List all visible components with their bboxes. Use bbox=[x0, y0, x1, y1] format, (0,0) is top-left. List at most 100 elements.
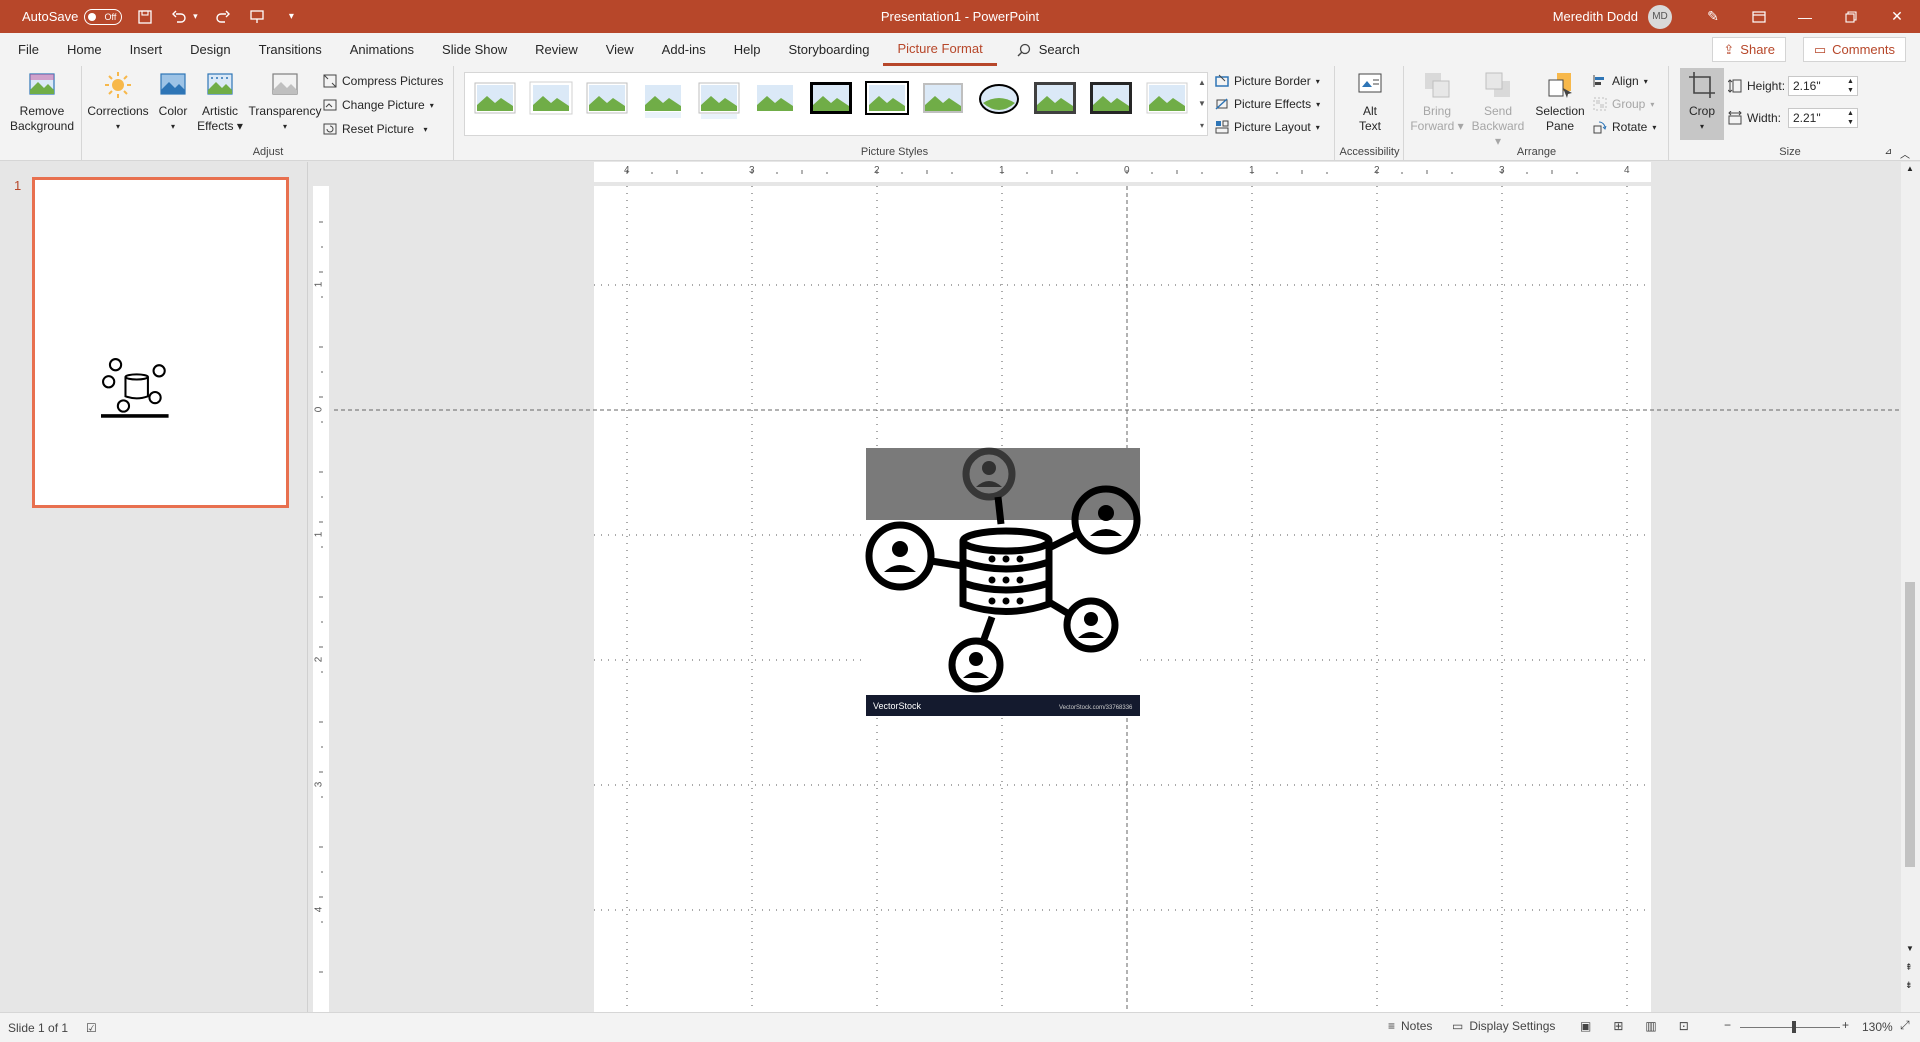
selection-pane-label-1: Selection bbox=[1535, 104, 1585, 118]
gallery-up-icon[interactable]: ▲ bbox=[1198, 78, 1206, 87]
ruler-label: 0 bbox=[1124, 165, 1130, 176]
picture-styles-gallery[interactable] bbox=[464, 72, 1208, 136]
scroll-down-icon[interactable]: ▼ bbox=[1906, 944, 1914, 953]
display-settings-icon: ▭ bbox=[1452, 1019, 1464, 1033]
tab-insert[interactable]: Insert bbox=[116, 33, 177, 66]
selected-picture[interactable]: VectorStock VectorStock.com/33768336 bbox=[865, 447, 1141, 716]
reading-view-icon[interactable]: ▥ bbox=[1645, 1019, 1656, 1033]
autosave-toggle[interactable]: Off bbox=[84, 8, 123, 25]
display-settings-button[interactable]: ▭ Display Settings bbox=[1452, 1019, 1555, 1033]
alt-text-button[interactable]: Alt Text bbox=[1344, 70, 1396, 134]
tab-storyboarding[interactable]: Storyboarding bbox=[775, 33, 884, 66]
picture-effects-button[interactable]: Picture Effects ▾ bbox=[1215, 94, 1320, 114]
tab-add-ins[interactable]: Add-ins bbox=[648, 33, 720, 66]
ribbon-display-icon[interactable] bbox=[1736, 0, 1782, 33]
tab-picture-format[interactable]: Picture Format bbox=[883, 33, 997, 66]
align-button[interactable]: Align ▾ bbox=[1593, 71, 1648, 91]
alt-text-icon bbox=[1358, 73, 1382, 93]
tab-view[interactable]: View bbox=[592, 33, 648, 66]
search-box[interactable]: Search bbox=[1017, 42, 1080, 57]
previous-slide-icon[interactable]: ⇞ bbox=[1905, 962, 1913, 973]
tab-animations[interactable]: Animations bbox=[336, 33, 428, 66]
width-value: 2.21" bbox=[1793, 111, 1821, 125]
normal-view-icon[interactable]: ▣ bbox=[1580, 1019, 1591, 1033]
slide-show-icon[interactable]: ⊡ bbox=[1679, 1019, 1689, 1033]
tab-transitions[interactable]: Transitions bbox=[245, 33, 336, 66]
tab-help[interactable]: Help bbox=[720, 33, 775, 66]
slide-editing-area: VectorStock VectorStock.com/33768336 4 3… bbox=[309, 162, 1901, 1012]
autosave-control[interactable]: AutoSave Off bbox=[22, 8, 123, 25]
artistic-effects-button[interactable]: Artistic Effects ▾ bbox=[195, 70, 245, 134]
picture-border-button[interactable]: Picture Border ▾ bbox=[1215, 71, 1320, 91]
scrollbar-thumb[interactable] bbox=[1905, 582, 1915, 867]
width-spinner-icon[interactable]: ▲ ▼ bbox=[1847, 109, 1854, 127]
height-spinner-icon[interactable]: ▲ ▼ bbox=[1847, 77, 1854, 95]
fit-slide-icon[interactable]: ⤢ bbox=[1900, 1018, 1910, 1033]
remove-background-group: Remove Background bbox=[0, 66, 82, 161]
bring-forward-button[interactable]: Bring Forward ▾ bbox=[1409, 70, 1465, 134]
tab-home[interactable]: Home bbox=[53, 33, 116, 66]
bring-forward-label-1: Bring bbox=[1422, 104, 1451, 118]
chevron-down-icon: ▾ bbox=[1315, 76, 1320, 86]
chevron-down-icon[interactable]: ▾ bbox=[190, 6, 200, 28]
avatar[interactable]: MD bbox=[1648, 4, 1672, 29]
vertical-scrollbar[interactable]: ▲ ▼ ⇞ ⇟ bbox=[1901, 162, 1920, 1012]
zoom-out-icon[interactable]: − bbox=[1724, 1018, 1731, 1032]
picture-layout-button[interactable]: Picture Layout ▾ bbox=[1215, 117, 1320, 137]
bring-forward-label-2: Forward ▾ bbox=[1410, 119, 1464, 133]
gallery-down-icon[interactable]: ▼ bbox=[1198, 99, 1206, 108]
gallery-more-icon[interactable]: ▾ bbox=[1200, 121, 1204, 130]
reset-picture-button[interactable]: Reset Picture ▾ bbox=[323, 119, 428, 139]
zoom-slider[interactable] bbox=[1740, 1021, 1840, 1033]
transparency-button[interactable]: Transparency ▾ bbox=[245, 70, 325, 134]
compress-pictures-button[interactable]: Compress Pictures bbox=[323, 71, 443, 91]
tab-review[interactable]: Review bbox=[521, 33, 592, 66]
accessibility-check-icon[interactable]: ☑ bbox=[86, 1021, 97, 1035]
transparency-icon bbox=[272, 73, 298, 95]
height-icon bbox=[1728, 79, 1742, 93]
redo-icon[interactable] bbox=[212, 6, 234, 28]
notes-button[interactable]: ≡ Notes bbox=[1388, 1019, 1432, 1033]
search-icon bbox=[1017, 43, 1030, 56]
restore-icon[interactable] bbox=[1828, 0, 1874, 33]
change-picture-button[interactable]: Change Picture ▾ bbox=[323, 95, 434, 115]
remove-background-button[interactable]: Remove Background bbox=[6, 70, 78, 134]
tab-file[interactable]: File bbox=[4, 33, 53, 66]
zoom-slider-thumb[interactable] bbox=[1792, 1021, 1796, 1033]
slide-sorter-icon[interactable]: ⊞ bbox=[1613, 1019, 1623, 1033]
share-icon: ⇪ bbox=[1723, 41, 1735, 57]
group-button[interactable]: Group ▾ bbox=[1593, 94, 1654, 114]
size-dialog-launcher-icon[interactable]: ⊿ bbox=[1884, 146, 1892, 157]
minimize-icon[interactable]: — bbox=[1782, 0, 1828, 33]
crop-button-content[interactable]: Crop ▾ bbox=[1682, 70, 1722, 134]
tab-design[interactable]: Design bbox=[176, 33, 244, 66]
corrections-button[interactable]: Corrections ▾ bbox=[87, 70, 149, 134]
remove-background-label-2: Background bbox=[9, 119, 75, 133]
pen-icon[interactable]: ✎ bbox=[1690, 0, 1736, 33]
scroll-up-icon[interactable]: ▲ bbox=[1906, 164, 1914, 173]
comments-button[interactable]: ▭ Comments bbox=[1802, 37, 1906, 62]
next-slide-icon[interactable]: ⇟ bbox=[1905, 980, 1913, 991]
width-icon bbox=[1728, 111, 1742, 125]
arrange-group: Bring Forward ▾ Send Backward ▾ Selectio… bbox=[1405, 66, 1669, 161]
view-buttons: ▣ ⊞ ▥ ⊡ bbox=[1580, 1019, 1689, 1033]
customize-qat-icon[interactable]: ▾ bbox=[280, 6, 302, 28]
slide-thumbnail[interactable] bbox=[32, 177, 289, 508]
share-button[interactable]: ⇪ Share bbox=[1712, 37, 1786, 62]
selection-pane-button[interactable]: Selection Pane bbox=[1531, 70, 1589, 134]
user-name[interactable]: Meredith Dodd bbox=[1553, 9, 1638, 24]
zoom-in-icon[interactable]: + bbox=[1842, 1018, 1849, 1032]
present-icon[interactable] bbox=[246, 6, 268, 28]
tab-slide-show[interactable]: Slide Show bbox=[428, 33, 521, 66]
close-icon[interactable]: ✕ bbox=[1874, 0, 1920, 33]
size-group-label: Size bbox=[1779, 146, 1801, 158]
notes-icon: ≡ bbox=[1388, 1019, 1396, 1033]
rotate-button[interactable]: Rotate ▾ bbox=[1593, 117, 1656, 137]
save-icon[interactable] bbox=[134, 6, 156, 28]
color-button[interactable]: Color ▾ bbox=[153, 70, 193, 134]
zoom-level[interactable]: 130% bbox=[1862, 1020, 1893, 1034]
collapse-ribbon-icon[interactable]: ︿ bbox=[1900, 146, 1910, 161]
bring-forward-icon bbox=[1425, 73, 1450, 98]
send-backward-button[interactable]: Send Backward ▾ bbox=[1467, 70, 1529, 149]
undo-icon[interactable] bbox=[168, 6, 190, 28]
